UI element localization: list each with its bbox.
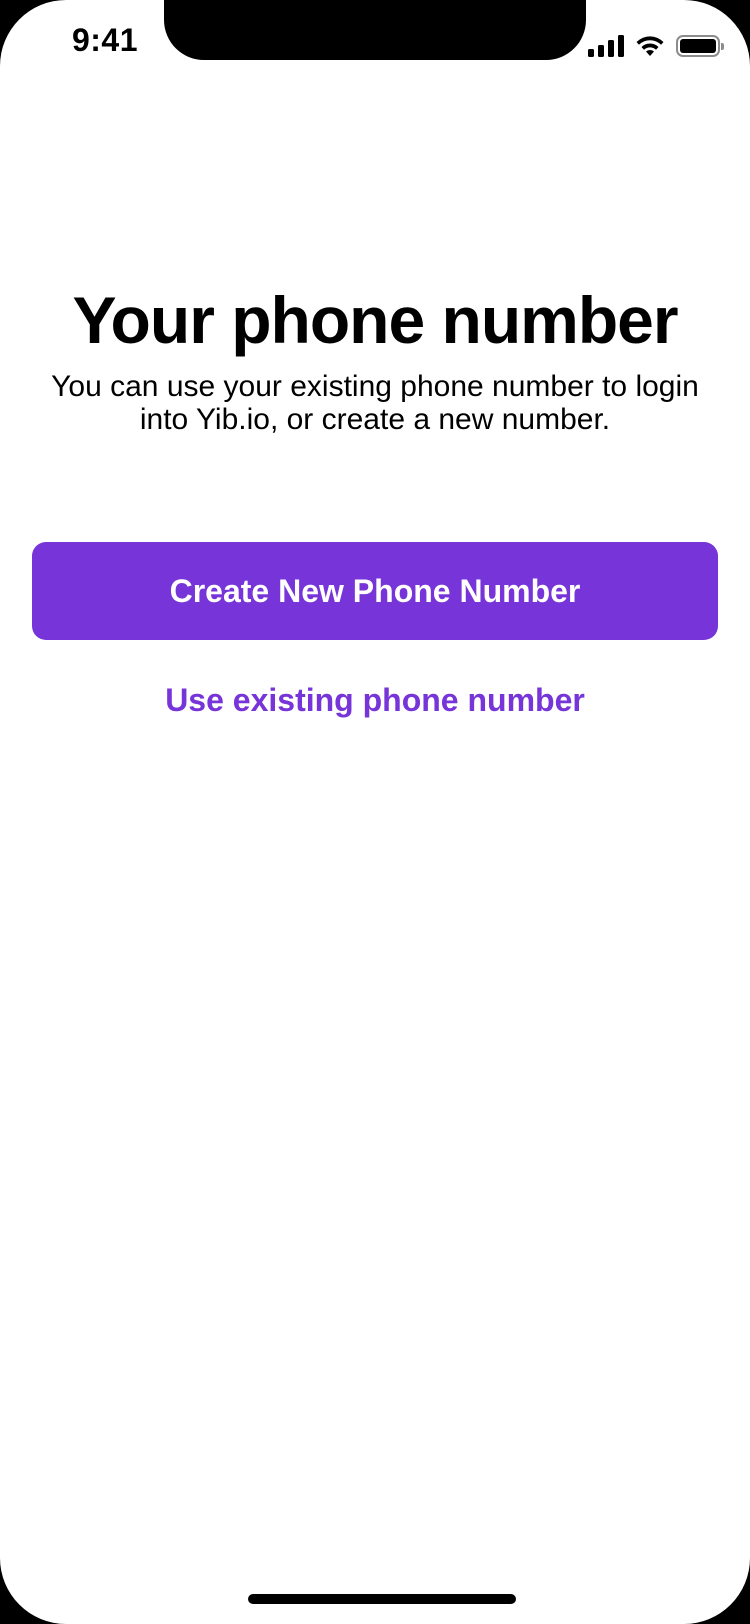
use-existing-phone-number-link[interactable]: Use existing phone number <box>0 682 750 719</box>
page-title: Your phone number <box>72 283 678 357</box>
device-notch <box>164 0 586 60</box>
status-time: 9:41 <box>71 22 139 58</box>
wifi-icon <box>636 36 664 56</box>
home-indicator[interactable] <box>248 1594 516 1604</box>
status-icons <box>588 34 724 58</box>
phone-screen: 9:41 Your phone number You can use your … <box>0 0 750 1624</box>
cellular-signal-icon <box>588 35 624 57</box>
page-subtitle: You can use your existing phone number t… <box>51 370 699 436</box>
create-new-phone-number-button[interactable]: Create New Phone Number <box>32 542 718 640</box>
battery-icon <box>676 35 724 57</box>
battery-cap <box>721 43 724 50</box>
battery-level <box>680 39 716 53</box>
